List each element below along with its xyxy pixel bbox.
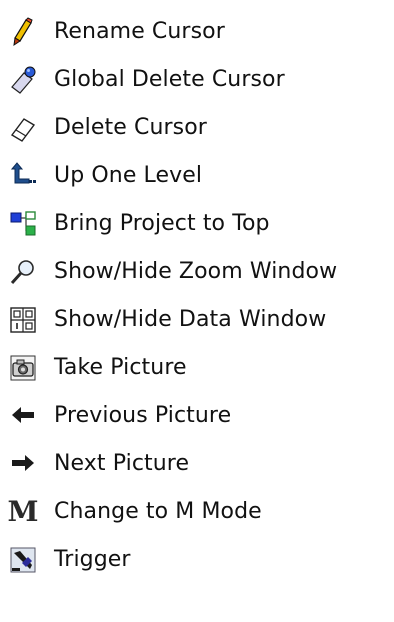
item-label: Next Picture: [54, 451, 190, 476]
up-one-level-icon: [6, 160, 40, 192]
item-label: Take Picture: [54, 355, 187, 380]
trigger-icon: [6, 544, 40, 576]
item-label: Rename Cursor: [54, 19, 225, 44]
item-previous-picture[interactable]: Previous Picture: [0, 392, 394, 440]
m-glyph: M: [7, 495, 39, 528]
magnifier-icon: [6, 256, 40, 288]
m-mode-icon: M: [6, 496, 40, 528]
item-label: Delete Cursor: [54, 115, 207, 140]
item-up-one-level[interactable]: Up One Level: [0, 152, 394, 200]
item-label: Global Delete Cursor: [54, 67, 285, 92]
item-rename-cursor[interactable]: Rename Cursor: [0, 8, 394, 56]
eraser-icon: [6, 112, 40, 144]
pencil-icon: [6, 16, 40, 48]
item-label: Previous Picture: [54, 403, 232, 428]
arrow-left-icon: [6, 400, 40, 432]
camera-icon: [6, 352, 40, 384]
item-label: Change to M Mode: [54, 499, 262, 524]
item-label: Bring Project to Top: [54, 211, 270, 236]
item-change-to-m-mode[interactable]: M Change to M Mode: [0, 488, 394, 536]
item-bring-project-to-top[interactable]: Bring Project to Top: [0, 200, 394, 248]
item-delete-cursor[interactable]: Delete Cursor: [0, 104, 394, 152]
item-next-picture[interactable]: Next Picture: [0, 440, 394, 488]
item-show-hide-zoom-window[interactable]: Show/Hide Zoom Window: [0, 248, 394, 296]
item-label: Up One Level: [54, 163, 203, 188]
toolbar-legend: Rename Cursor Global Delete Cursor Delet…: [0, 0, 394, 622]
item-label: Show/Hide Data Window: [54, 307, 327, 332]
bring-project-to-top-icon: [6, 208, 40, 240]
global-delete-cursor-icon: [6, 64, 40, 96]
item-global-delete-cursor[interactable]: Global Delete Cursor: [0, 56, 394, 104]
item-take-picture[interactable]: Take Picture: [0, 344, 394, 392]
item-label: Trigger: [54, 547, 131, 572]
item-show-hide-data-window[interactable]: Show/Hide Data Window: [0, 296, 394, 344]
item-label: Show/Hide Zoom Window: [54, 259, 338, 284]
data-window-icon: [6, 304, 40, 336]
arrow-right-icon: [6, 448, 40, 480]
item-trigger[interactable]: Trigger: [0, 536, 394, 584]
